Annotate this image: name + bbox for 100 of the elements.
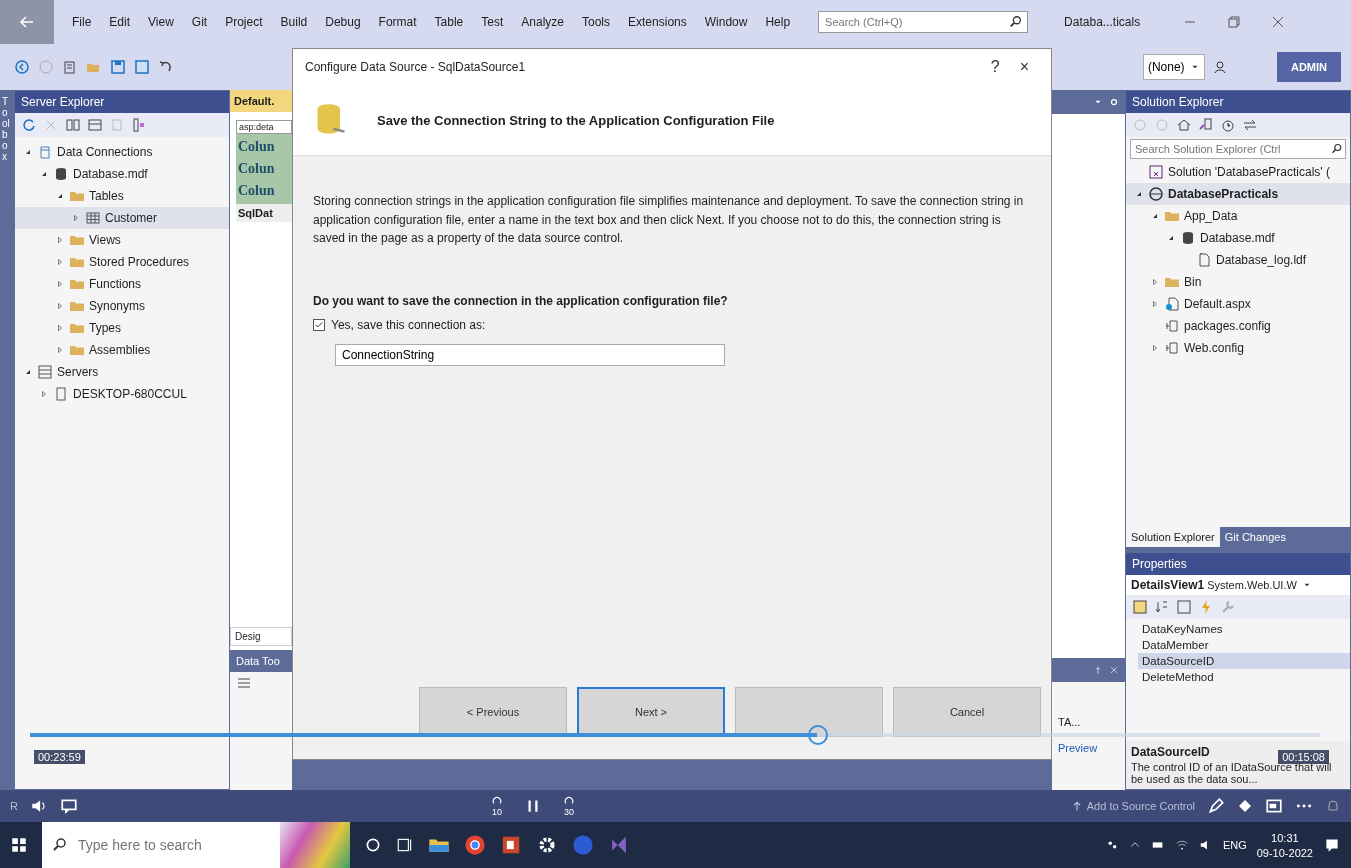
menu-item[interactable]: Test	[481, 15, 504, 29]
tree-item[interactable]: App_Data	[1126, 205, 1350, 227]
tree-item[interactable]: Views	[15, 229, 229, 251]
tree-item[interactable]: Database.mdf	[15, 163, 229, 185]
tree-item[interactable]: DatabasePracticals	[1126, 183, 1350, 205]
presentation-icon[interactable]	[500, 834, 522, 856]
dropdown[interactable]: (None)	[1142, 54, 1205, 80]
account-button[interactable]: ADMIN	[1276, 52, 1341, 82]
categorized-icon[interactable]	[1132, 599, 1148, 615]
expand-arrow-icon[interactable]	[1151, 344, 1159, 352]
tree-item[interactable]: Assemblies	[15, 339, 229, 361]
notification-icon[interactable]	[1323, 836, 1341, 854]
expand-arrow-icon[interactable]	[56, 302, 64, 310]
taskbar-search-box[interactable]: Type here to search	[42, 822, 280, 868]
sync-icon[interactable]	[1242, 117, 1258, 133]
save-all-icon[interactable]	[134, 59, 150, 75]
close-icon[interactable]	[1109, 665, 1119, 675]
close-button[interactable]: ×	[1009, 58, 1039, 76]
progress-thumb[interactable]	[807, 725, 828, 745]
menu-item[interactable]: Table	[434, 15, 464, 29]
search-box[interactable]: Search Solution Explorer (Ctrl	[1130, 139, 1346, 159]
menu-item[interactable]: Window	[704, 15, 748, 29]
menu-item[interactable]: Debug	[325, 15, 361, 29]
pencil-icon[interactable]	[1207, 797, 1225, 815]
tree-item[interactable]: Customer	[15, 207, 229, 229]
expand-arrow-icon[interactable]	[1151, 278, 1159, 286]
expand-arrow-icon[interactable]	[72, 214, 80, 222]
new-project-icon[interactable]	[62, 59, 78, 75]
restore-icon[interactable]	[1226, 14, 1243, 30]
tree-item[interactable]: Web.config	[1126, 337, 1350, 359]
design-tab[interactable]: Desig	[230, 627, 292, 646]
menu-item[interactable]: File	[72, 15, 92, 29]
refresh-icon[interactable]	[21, 117, 37, 133]
expand-arrow-icon[interactable]	[56, 258, 64, 266]
collapse-arrow-icon[interactable]	[1151, 212, 1159, 220]
help-button[interactable]: ?	[980, 58, 1010, 76]
menu-item[interactable]: Edit	[109, 15, 131, 29]
tree-item[interactable]: Database.mdf	[1126, 227, 1350, 249]
search-box[interactable]: Search (Ctrl+Q)	[818, 11, 1029, 33]
tree-item[interactable]: DESKTOP-680CCUL	[15, 383, 229, 405]
video-call-icon[interactable]	[572, 834, 594, 856]
tree-item[interactable]: Data Connections	[15, 141, 229, 163]
preview-link[interactable]: Preview	[1058, 742, 1119, 754]
property-name[interactable]: DeleteMethod	[1138, 669, 1350, 685]
expand-arrow-icon[interactable]	[56, 236, 64, 244]
menu-item[interactable]: Extensions	[628, 15, 687, 29]
tree-item[interactable]: packages.config	[1126, 315, 1350, 337]
connection-name-field[interactable]: ConnectionString	[335, 343, 725, 366]
properties-icon[interactable]	[1176, 599, 1192, 615]
tree-item[interactable]: Solution 'DatabasePracticals' (	[1126, 161, 1350, 183]
alphabetical-icon[interactable]	[1154, 599, 1170, 615]
video-progress-bar[interactable]	[30, 733, 1320, 737]
switch-views-icon[interactable]	[1198, 117, 1214, 133]
tree-item[interactable]: Tables	[15, 185, 229, 207]
menu-item[interactable]: Format	[378, 15, 417, 29]
tree-item[interactable]: Database_log.ldf	[1126, 249, 1350, 271]
menu-item[interactable]: Build	[280, 15, 308, 29]
collapse-arrow-icon[interactable]	[24, 148, 32, 156]
history-icon[interactable]	[1220, 117, 1236, 133]
connect-server-icon[interactable]	[87, 117, 103, 133]
menu-item[interactable]: Analyze	[521, 15, 564, 29]
pin-icon[interactable]	[1093, 665, 1103, 675]
tree-item[interactable]: Default.aspx	[1126, 293, 1350, 315]
dialog-button[interactable]	[735, 687, 883, 737]
menu-item[interactable]: Tools	[582, 15, 611, 29]
search-field[interactable]: Search (Ctrl+Q)	[823, 15, 1010, 29]
checkbox[interactable]	[313, 318, 325, 331]
forward-button[interactable]: 30	[561, 795, 576, 817]
rewind-button[interactable]: 10	[489, 795, 504, 817]
document-tab[interactable]: Default.	[230, 90, 292, 112]
expand-arrow-icon[interactable]	[56, 346, 64, 354]
settings-icon[interactable]	[1109, 97, 1119, 107]
search-field[interactable]: Search Solution Explorer (Ctrl	[1133, 142, 1331, 156]
collapse-arrow-icon[interactable]	[24, 368, 32, 376]
menu-item[interactable]: Project	[225, 15, 263, 29]
connect-database-icon[interactable]	[65, 117, 81, 133]
task-view-icon[interactable]	[396, 836, 414, 854]
home-icon[interactable]	[1176, 117, 1192, 133]
back-arrow-icon[interactable]	[19, 14, 35, 30]
properties-icon[interactable]	[131, 117, 147, 133]
tree-item[interactable]: Bin	[1126, 271, 1350, 293]
cortana-icon[interactable]	[364, 836, 382, 854]
diamond-icon[interactable]	[1237, 798, 1253, 814]
menu-item[interactable]: Git	[191, 15, 208, 29]
bell-icon[interactable]	[1325, 798, 1341, 814]
windows-icon[interactable]	[10, 836, 28, 854]
collapse-arrow-icon[interactable]	[40, 170, 48, 178]
screen-icon[interactable]	[1265, 797, 1283, 815]
language-indicator[interactable]: ENG	[1222, 839, 1247, 851]
tree-item[interactable]: Servers	[15, 361, 229, 383]
menu-item[interactable]: Help	[765, 15, 791, 29]
tree-item[interactable]: Functions	[15, 273, 229, 295]
expand-arrow-icon[interactable]	[56, 280, 64, 288]
menu-item[interactable]: View	[148, 15, 174, 29]
save-icon[interactable]	[110, 59, 126, 75]
collapse-arrow-icon[interactable]	[1167, 234, 1175, 242]
dialog-button[interactable]: Cancel	[893, 687, 1041, 737]
browser-icon[interactable]	[464, 834, 486, 856]
expand-arrow-icon[interactable]	[1151, 300, 1159, 308]
tree-item[interactable]: Stored Procedures	[15, 251, 229, 273]
